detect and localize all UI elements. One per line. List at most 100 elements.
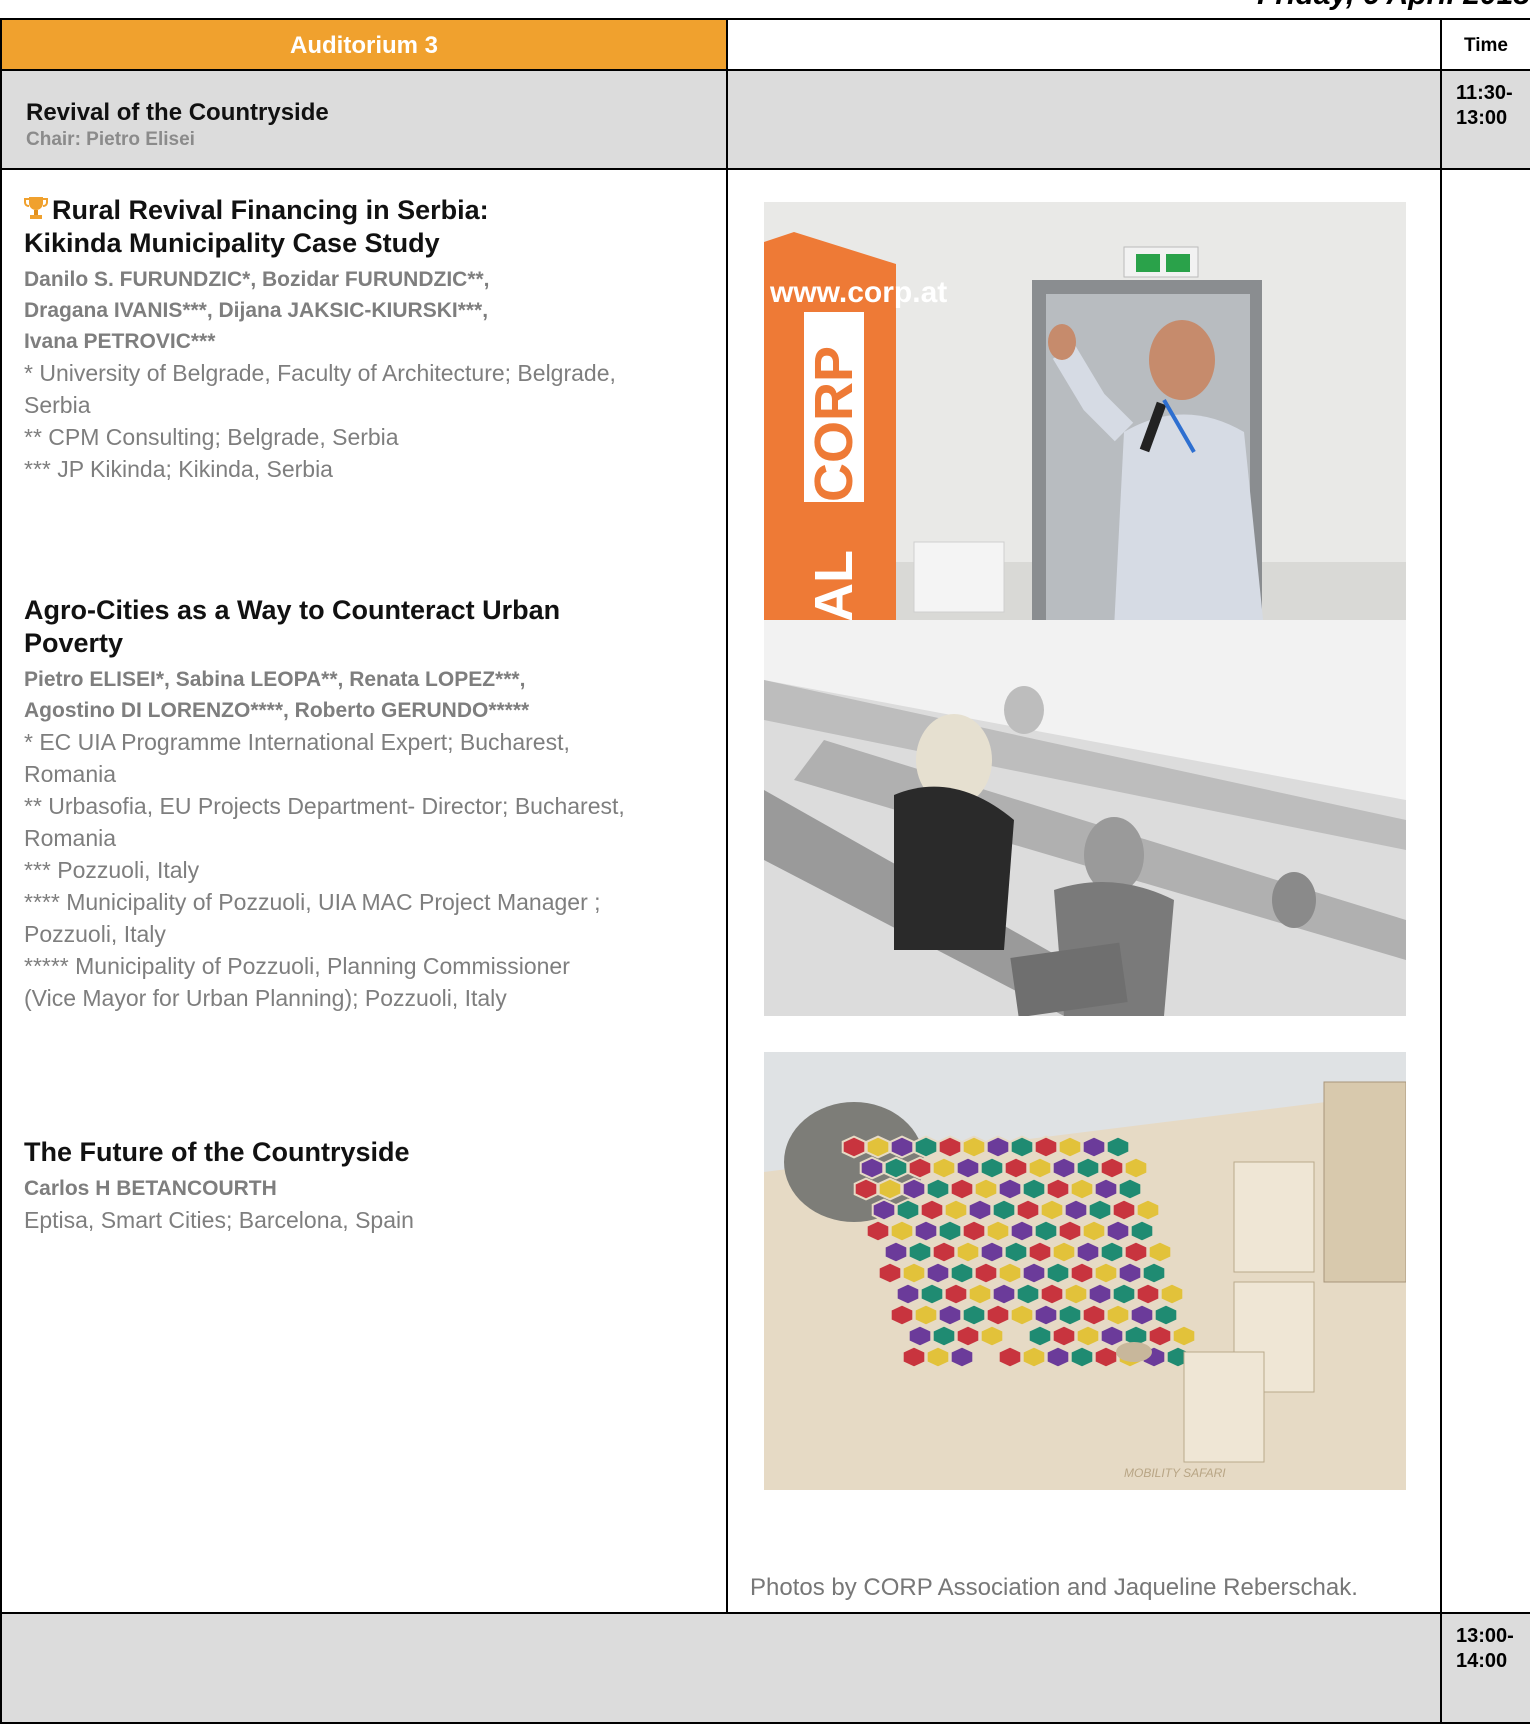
- affiliation-line: Pozzuoli, Italy: [24, 921, 166, 947]
- hex-tile: [967, 1282, 993, 1306]
- paper-title: Rural Revival Financing in Serbia: Kikin…: [24, 194, 714, 260]
- hex-tile: [973, 1261, 999, 1285]
- program-table: Auditorium 3 Time Revival of the Country…: [0, 18, 1530, 1724]
- hex-tile: [943, 1282, 969, 1306]
- hex-tile: [907, 1324, 933, 1348]
- hex-tile: [865, 1219, 891, 1243]
- session-time: 11:30- 13:00: [1440, 69, 1530, 170]
- hex-tile: [973, 1177, 999, 1201]
- hex-tile: [1147, 1240, 1173, 1264]
- affiliation-line: Serbia: [24, 392, 91, 418]
- time-header: Time: [1440, 18, 1530, 71]
- paper-title-line: Rural Revival Financing in Serbia:: [52, 195, 489, 225]
- hex-tile: [1087, 1282, 1113, 1306]
- hex-tile: [907, 1156, 933, 1180]
- hex-tile: [955, 1240, 981, 1264]
- hex-tile: [1021, 1261, 1047, 1285]
- hex-tile: [925, 1177, 951, 1201]
- hex-tile: [913, 1135, 939, 1159]
- hex-tile: [1093, 1261, 1119, 1285]
- paper-affiliations: Eptisa, Smart Cities; Barcelona, Spain: [24, 1204, 714, 1236]
- author-line: Agostino DI LORENZO****, Roberto GERUNDO…: [24, 699, 530, 722]
- hex-tile: [907, 1240, 933, 1264]
- next-slot-time: 13:00- 14:00: [1440, 1612, 1530, 1724]
- affiliation-line: **** Municipality of Pozzuoli, UIA MAC P…: [24, 889, 601, 915]
- paper-title-line: The Future of the Countryside: [24, 1137, 410, 1167]
- hex-tile: [955, 1324, 981, 1348]
- hex-tile: [1051, 1324, 1077, 1348]
- affiliation-line: ***** Municipality of Pozzuoli, Planning…: [24, 953, 570, 979]
- affiliation-line: * EC UIA Programme International Expert;…: [24, 729, 570, 755]
- hex-tile: [925, 1345, 951, 1369]
- affiliation-line: * University of Belgrade, Faculty of Arc…: [24, 360, 616, 386]
- hex-tile: [1075, 1240, 1101, 1264]
- session-chair: Chair: Pietro Elisei: [26, 129, 195, 150]
- author-line: Pietro ELISEI*, Sabina LEOPA**, Renata L…: [24, 668, 526, 691]
- paper-title-line: Kikinda Municipality Case Study: [24, 228, 440, 258]
- hex-tile: [997, 1261, 1023, 1285]
- session-header: Revival of the Countryside Chair: Pietro…: [0, 69, 728, 170]
- hex-tile: [1021, 1177, 1047, 1201]
- hex-tile: [1033, 1303, 1059, 1327]
- hex-tile: [1123, 1156, 1149, 1180]
- hex-tile: [997, 1345, 1023, 1369]
- hex-tile: [961, 1135, 987, 1159]
- hex-tile: [1129, 1303, 1155, 1327]
- hex-tile: [967, 1198, 993, 1222]
- banner-brand: CORP: [804, 346, 864, 502]
- hex-tile: [1099, 1324, 1125, 1348]
- hex-tile: [1087, 1198, 1113, 1222]
- hex-tile: [925, 1261, 951, 1285]
- hex-tile: [901, 1261, 927, 1285]
- author-line: Danilo S. FURUNDZIC*, Bozidar FURUNDZIC*…: [24, 268, 490, 291]
- hex-tile: [931, 1240, 957, 1264]
- paper-title-line: Poverty: [24, 628, 124, 658]
- hex-tile: [1129, 1219, 1155, 1243]
- hex-tile: [1009, 1303, 1035, 1327]
- hex-tile: [1147, 1324, 1173, 1348]
- hex-tile: [877, 1261, 903, 1285]
- session-middle-cell: [726, 69, 1442, 170]
- hex-tile: [919, 1198, 945, 1222]
- hex-tile: [949, 1345, 975, 1369]
- affiliation-line: Romania: [24, 761, 117, 787]
- hex-tile: [979, 1240, 1005, 1264]
- hex-tile: [1021, 1345, 1047, 1369]
- hex-tile: [859, 1156, 885, 1180]
- hex-tile: [1075, 1324, 1101, 1348]
- hex-tile: [889, 1135, 915, 1159]
- hex-tile: [1033, 1219, 1059, 1243]
- hex-tile: [955, 1156, 981, 1180]
- affiliation-line: Eptisa, Smart Cities; Barcelona, Spain: [24, 1207, 414, 1233]
- affiliation-line: *** JP Kikinda; Kikinda, Serbia: [24, 456, 333, 482]
- hex-tile: [1063, 1198, 1089, 1222]
- hex-tile: [913, 1219, 939, 1243]
- hex-tile: [1039, 1198, 1065, 1222]
- empty-header-cell: [726, 18, 1442, 71]
- hex-tile: [931, 1324, 957, 1348]
- hex-tile: [919, 1282, 945, 1306]
- hex-tile: [1069, 1345, 1095, 1369]
- hex-tile: [1027, 1240, 1053, 1264]
- hex-tile: [1033, 1135, 1059, 1159]
- hex-tile: [1057, 1303, 1083, 1327]
- hex-tile: [1117, 1261, 1143, 1285]
- hex-tile: [1051, 1240, 1077, 1264]
- hex-tile: [883, 1240, 909, 1264]
- hex-tile: [1099, 1240, 1125, 1264]
- hex-tile: [979, 1156, 1005, 1180]
- hex-tile: [949, 1177, 975, 1201]
- hex-tile: [1153, 1303, 1179, 1327]
- author-line: Carlos H BETANCOURTH: [24, 1177, 277, 1200]
- author-line: Ivana PETROVIC***: [24, 330, 216, 353]
- hex-tile: [1105, 1219, 1131, 1243]
- affiliation-line: ** Urbasofia, EU Projects Department- Di…: [24, 793, 625, 819]
- hex-tile: [943, 1198, 969, 1222]
- photo-speaker-image: www.corp.at CORP AL: [764, 202, 1406, 629]
- hex-tile: [1111, 1282, 1137, 1306]
- hex-tile: [841, 1135, 867, 1159]
- hex-tile: [1057, 1135, 1083, 1159]
- paper-title: Agro-Cities as a Way to Counteract Urban…: [24, 594, 714, 660]
- session-time-start: 11:30-: [1456, 82, 1513, 104]
- hex-tile: [1123, 1240, 1149, 1264]
